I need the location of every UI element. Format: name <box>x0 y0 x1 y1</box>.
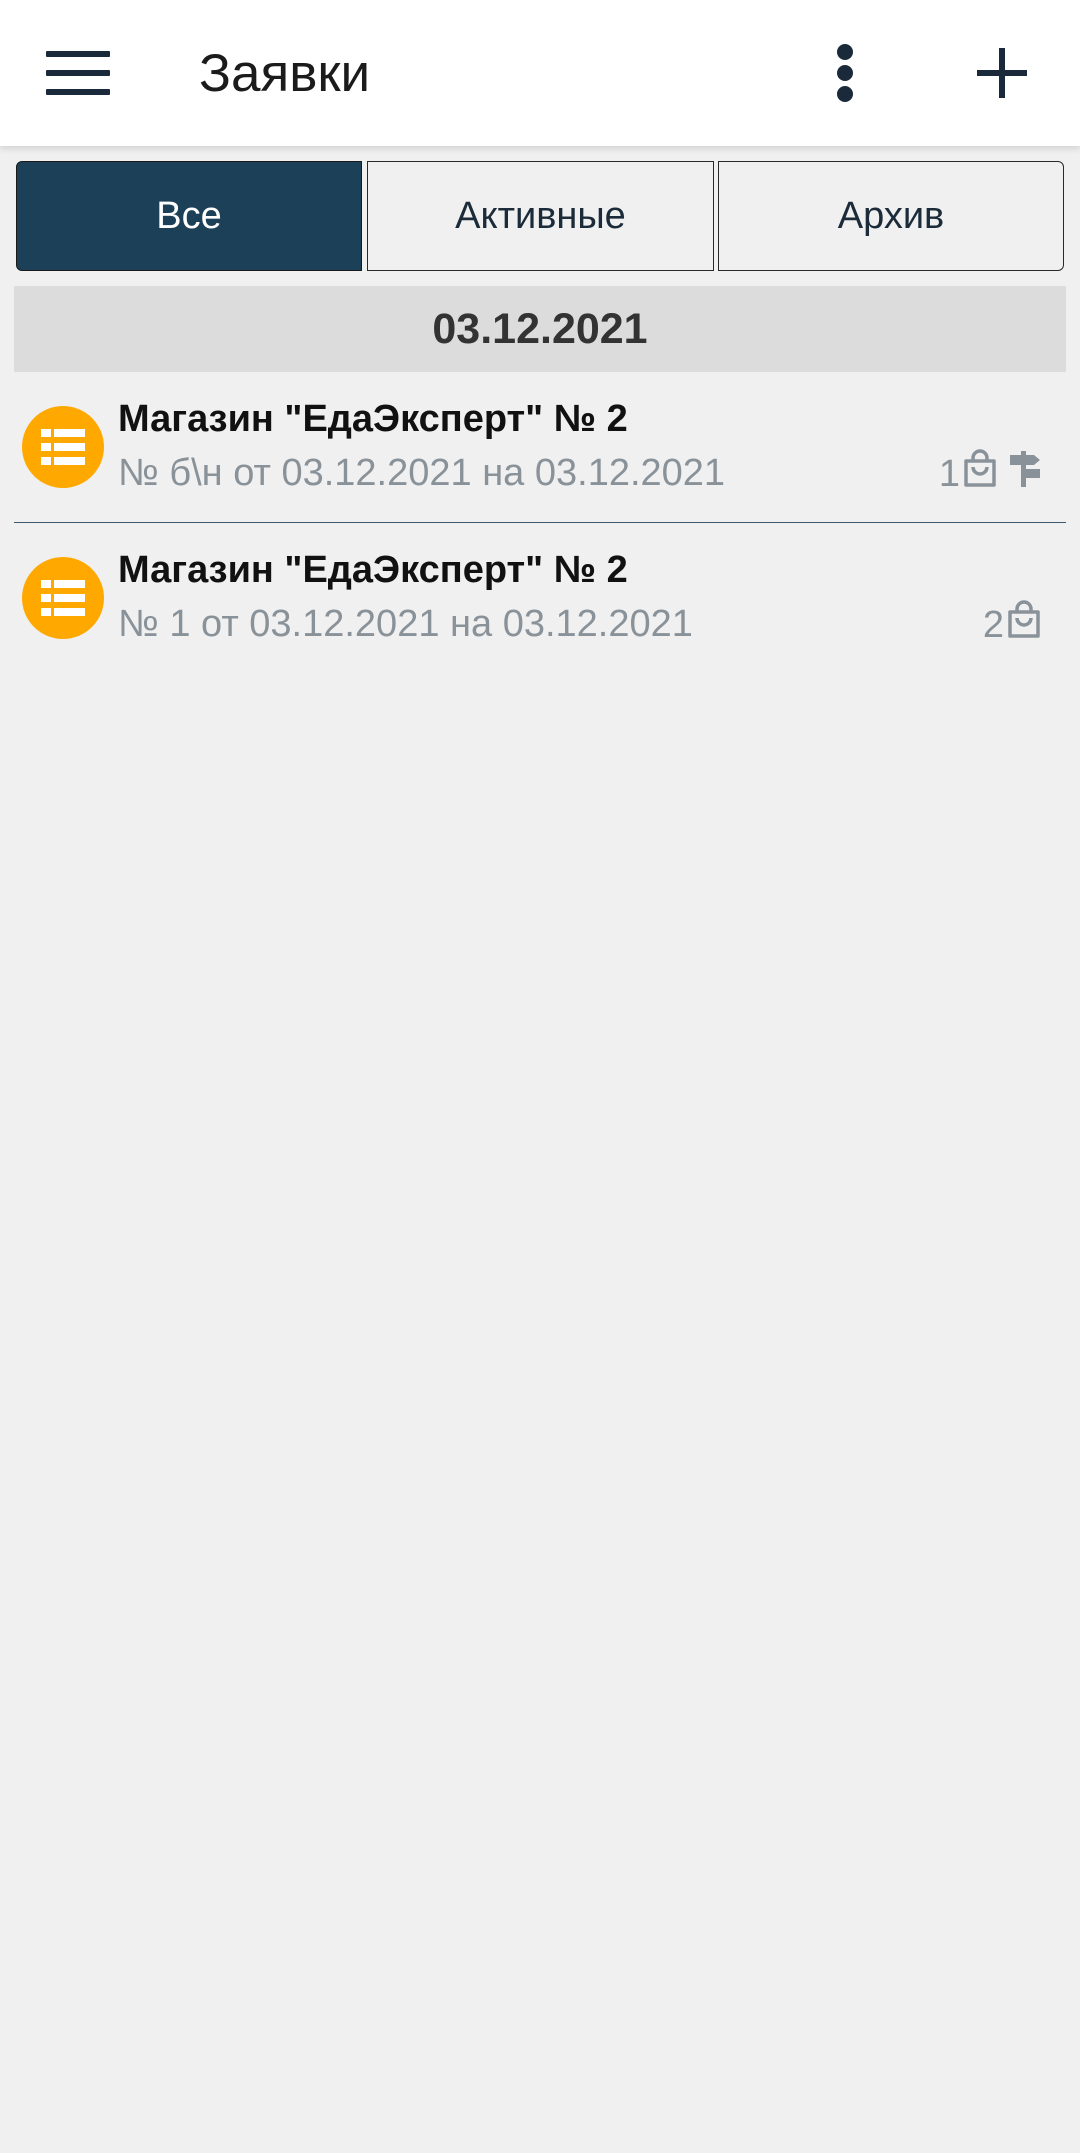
list-divider <box>14 522 1066 523</box>
page-title: Заявки <box>199 44 371 103</box>
tab-archive[interactable]: Архив <box>718 161 1064 271</box>
list-icon <box>22 557 104 639</box>
more-options-button[interactable] <box>800 30 890 116</box>
item-count: 2 <box>982 603 1004 646</box>
item-subtitle: № 1 от 03.12.2021 на 03.12.2021 <box>118 603 693 645</box>
hamburger-menu-icon <box>46 51 110 95</box>
item-title: Магазин "ЕдаЭксперт" № 2 <box>118 549 628 591</box>
shopping-bag-icon <box>1006 600 1042 650</box>
signpost-icon <box>1008 449 1042 499</box>
list-icon <box>22 406 104 488</box>
add-request-button[interactable] <box>950 30 1054 116</box>
item-meta: 2 <box>982 600 1042 650</box>
tab-active[interactable]: Активные <box>367 161 714 271</box>
item-count: 1 <box>938 452 960 495</box>
item-meta: 1 <box>938 449 1042 499</box>
list-item[interactable]: Магазин "ЕдаЭксперт" № 2 № б\н от 03.12.… <box>0 374 1080 522</box>
list-item[interactable]: Магазин "ЕдаЭксперт" № 2 № 1 от 03.12.20… <box>0 525 1080 673</box>
app-bar: Заявки <box>0 0 1080 146</box>
filter-tabs: Все Активные Архив <box>16 161 1064 273</box>
item-title: Магазин "ЕдаЭксперт" № 2 <box>118 398 628 440</box>
tab-all[interactable]: Все <box>16 161 362 271</box>
menu-button[interactable] <box>30 30 126 116</box>
item-subtitle: № б\н от 03.12.2021 на 03.12.2021 <box>118 452 726 494</box>
date-group-header: 03.12.2021 <box>14 286 1066 372</box>
shopping-bag-icon <box>962 449 998 499</box>
